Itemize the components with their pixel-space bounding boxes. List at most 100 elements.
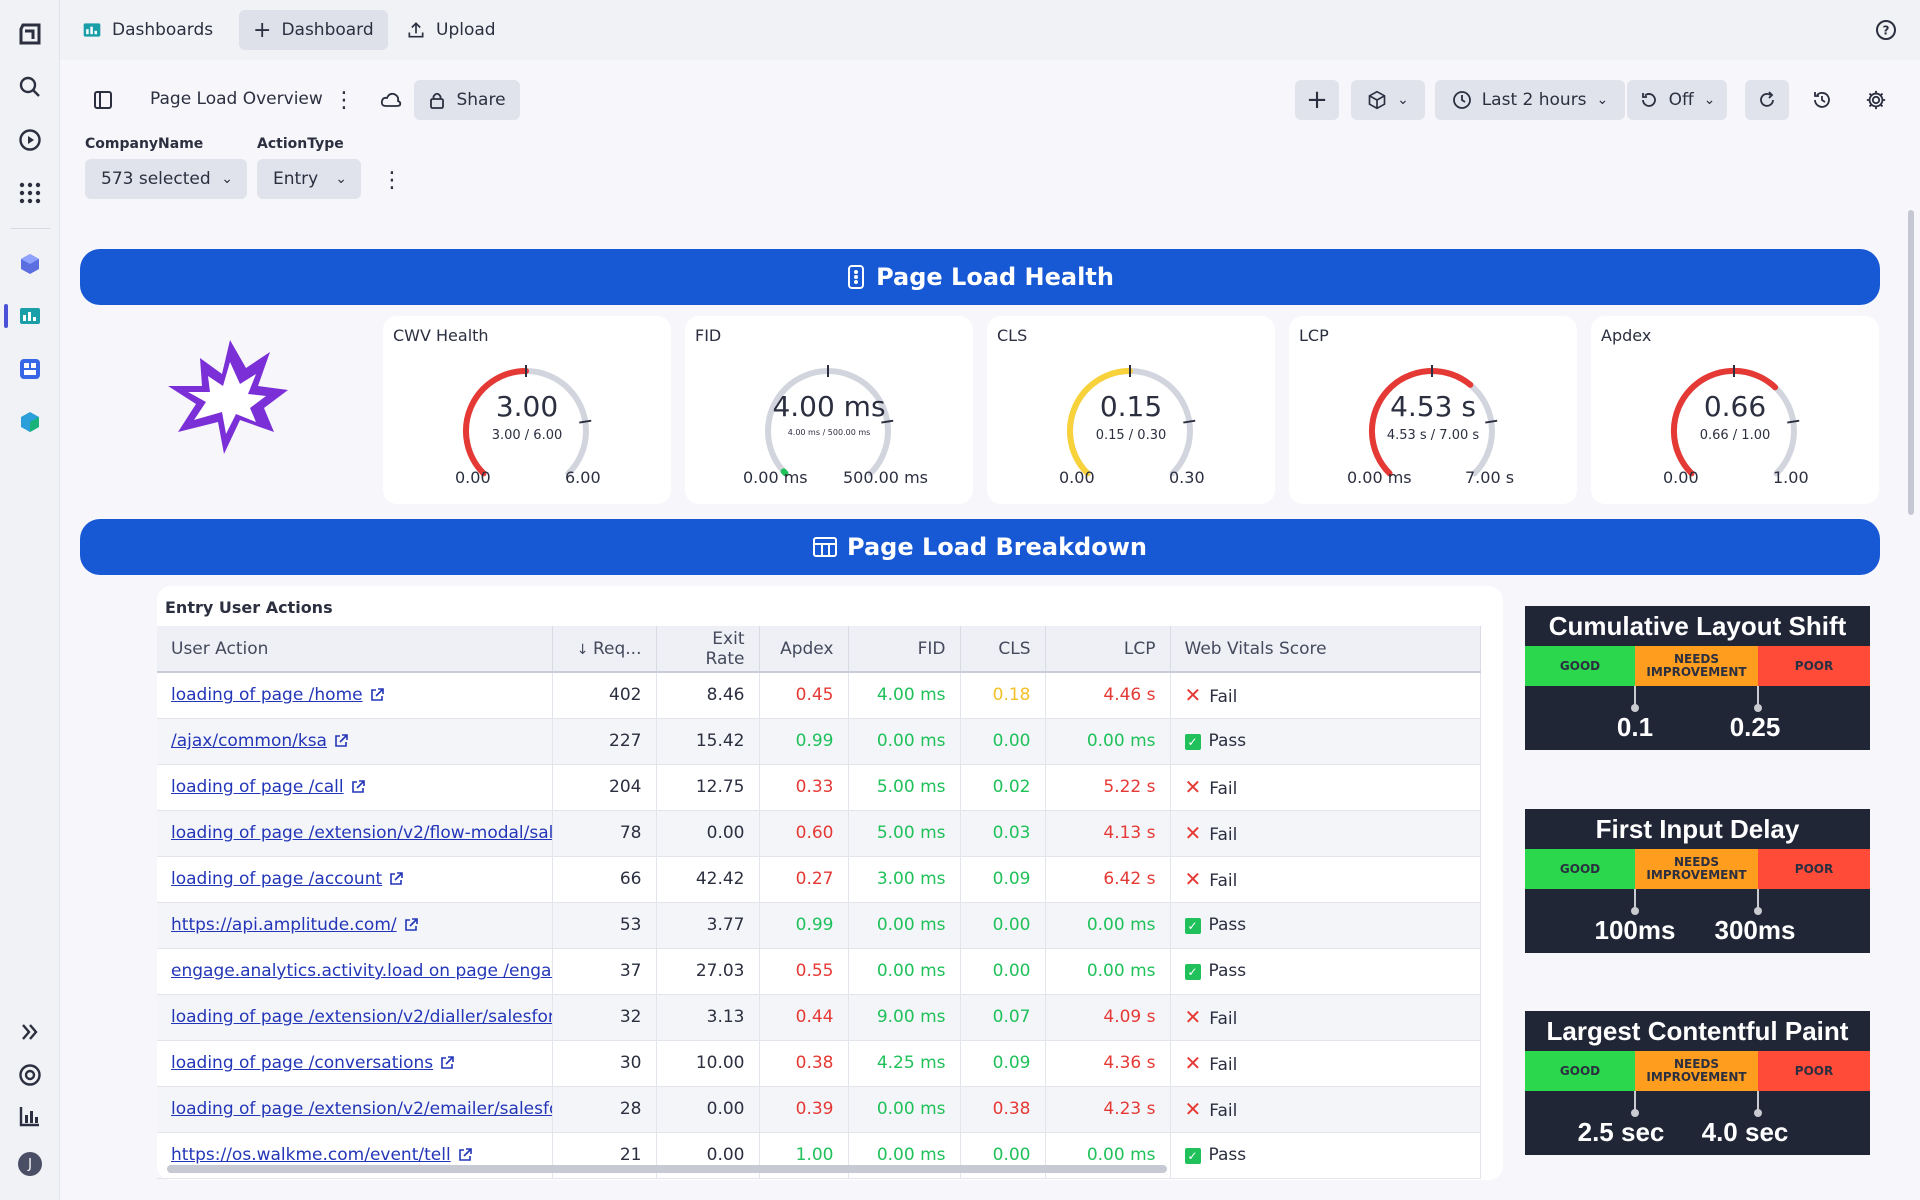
- timeframe-selector[interactable]: Last 2 hours ⌄: [1435, 80, 1625, 120]
- user-action-link[interactable]: /ajax/common/ksa: [171, 731, 327, 751]
- col-header-web-vitals[interactable]: Web Vitals Score: [1170, 626, 1481, 673]
- refresh-button[interactable]: [1745, 80, 1789, 120]
- upload-button[interactable]: Upload: [392, 10, 510, 50]
- col-label: FID: [917, 638, 946, 659]
- traffic-light-icon: [848, 265, 865, 289]
- external-link-icon[interactable]: [388, 871, 404, 887]
- external-link-icon[interactable]: [457, 1147, 473, 1163]
- external-link-icon[interactable]: [350, 779, 366, 795]
- dashboards-label: Dashboards: [112, 20, 214, 40]
- sidebar-toggle-icon: [94, 91, 112, 109]
- col-label: Exit Rate: [705, 628, 745, 669]
- col-header-fid[interactable]: FID: [848, 626, 961, 673]
- history-button[interactable]: [1802, 80, 1842, 120]
- table-horizontal-scrollbar[interactable]: [167, 1165, 1167, 1173]
- dashboard-title[interactable]: Page Load Overview: [150, 89, 323, 109]
- history-icon: [1814, 92, 1830, 108]
- share-button[interactable]: Share: [414, 80, 520, 120]
- cloud-sync-icon[interactable]: [376, 80, 406, 120]
- user-action-link[interactable]: loading of page /extension/v2/emailer/sa…: [171, 1099, 551, 1119]
- active-app-marker: [4, 304, 8, 328]
- add-tile-button[interactable]: +: [1295, 80, 1339, 120]
- table-row[interactable]: engage.analytics.activity.load on page /…: [157, 948, 1481, 995]
- analytics-icon[interactable]: [14, 1100, 46, 1132]
- settings-button[interactable]: [1856, 80, 1896, 120]
- table-row[interactable]: loading of page /extension/v2/flow-modal…: [157, 810, 1481, 857]
- table-row[interactable]: /ajax/common/ksa 227 15.42 0.99 0.00 ms …: [157, 718, 1481, 765]
- app-logo-icon[interactable]: [14, 18, 46, 50]
- web-vitals-score-cell: ✕ Fail: [1170, 856, 1481, 903]
- cls-cell: 0.09: [960, 856, 1046, 903]
- toggle-panel-button[interactable]: [85, 80, 121, 120]
- col-header-exit-rate[interactable]: Exit Rate: [656, 626, 760, 673]
- search-icon[interactable]: [14, 71, 46, 103]
- external-link-icon[interactable]: [403, 917, 419, 933]
- company-filter-dropdown[interactable]: 573 selected ⌄: [85, 159, 247, 199]
- table-row[interactable]: loading of page /account 66 42.42 0.27 3…: [157, 856, 1481, 903]
- exit-rate-cell: 8.46: [656, 672, 760, 719]
- user-action-link[interactable]: loading of page /call: [171, 777, 344, 797]
- expand-rail-icon[interactable]: [14, 1016, 46, 1048]
- table-row[interactable]: loading of page /home 402 8.46 0.45 4.00…: [157, 672, 1481, 719]
- table-row[interactable]: loading of page /extension/v2/emailer/sa…: [157, 1086, 1481, 1133]
- external-link-icon[interactable]: [333, 733, 349, 749]
- table-row[interactable]: loading of page /conversations 30 10.00 …: [157, 1040, 1481, 1087]
- threshold-1: 2.5 sec: [1577, 1117, 1665, 1147]
- user-action-link[interactable]: https://api.amplitude.com/: [171, 915, 397, 935]
- apps-grid-icon[interactable]: [14, 177, 46, 209]
- lcp-cell: 6.42 s: [1045, 856, 1171, 903]
- user-action-link[interactable]: loading of page /account: [171, 869, 382, 889]
- col-header-user-action[interactable]: User Action: [157, 626, 553, 673]
- col-header-requests[interactable]: ↓ Req...: [552, 626, 657, 673]
- gauge-subvalue: 3.00 / 6.00: [491, 428, 563, 443]
- col-header-lcp[interactable]: LCP: [1045, 626, 1171, 673]
- user-action-link[interactable]: loading of page /extension/v2/dialler/sa…: [171, 1007, 551, 1027]
- dashboards-nav[interactable]: Dashboards: [68, 10, 227, 50]
- gauge-tile: CLS 0.15 0.15 / 0.30 0.00 0.30: [987, 316, 1275, 504]
- web-vitals-score-cell: ✓ Pass: [1170, 902, 1481, 949]
- new-dashboard-button[interactable]: + Dashboard: [239, 10, 388, 50]
- notebook-app-icon[interactable]: [14, 353, 46, 385]
- external-link-icon[interactable]: [439, 1055, 455, 1071]
- user-action-link[interactable]: engage.analytics.activity.load on page /…: [171, 961, 551, 981]
- more-options-icon[interactable]: ⋮: [330, 80, 358, 120]
- user-avatar[interactable]: J: [14, 1148, 46, 1180]
- col-header-cls[interactable]: CLS: [960, 626, 1046, 673]
- requests-cell: 227: [552, 718, 657, 765]
- user-action-link[interactable]: loading of page /conversations: [171, 1053, 433, 1073]
- table-row[interactable]: loading of page /call 204 12.75 0.33 5.0…: [157, 764, 1481, 811]
- user-action-link[interactable]: https://os.walkme.com/event/tell: [171, 1145, 451, 1165]
- dashboards-app-icon[interactable]: [14, 300, 46, 332]
- help-icon[interactable]: ?: [1875, 19, 1897, 45]
- auto-refresh-selector[interactable]: Off ⌄: [1627, 80, 1727, 120]
- score-label: Fail: [1209, 687, 1238, 708]
- user-action-link[interactable]: loading of page /home: [171, 685, 363, 705]
- table-row[interactable]: loading of page /extension/v2/dialler/sa…: [157, 994, 1481, 1041]
- company-filter-label: CompanyName: [85, 136, 204, 152]
- fid-cell: 0.00 ms: [848, 718, 961, 765]
- external-link-icon[interactable]: [369, 687, 385, 703]
- filter-more-icon[interactable]: ⋮: [378, 160, 406, 200]
- col-header-apdex[interactable]: Apdex: [759, 626, 849, 673]
- help-lifebuoy-icon[interactable]: [14, 1059, 46, 1091]
- score-label: Fail: [1209, 871, 1238, 891]
- table-row[interactable]: https://api.amplitude.com/ 53 3.77 0.99 …: [157, 902, 1481, 949]
- apdex-cell: 0.99: [759, 902, 849, 949]
- clock-icon: [1452, 91, 1471, 109]
- threshold-1: 100ms: [1594, 915, 1676, 945]
- svg-text:?: ?: [1883, 24, 1890, 38]
- gauge-title: FID: [695, 326, 722, 345]
- cube-app-icon[interactable]: [14, 248, 46, 280]
- fid-cell: 0.00 ms: [848, 948, 961, 995]
- requests-cell: 53: [552, 902, 657, 949]
- hub-app-icon[interactable]: [14, 406, 46, 438]
- gauge-value: 0.15: [1099, 390, 1163, 423]
- segments-button[interactable]: ⌄: [1351, 80, 1425, 120]
- play-circle-icon[interactable]: [14, 124, 46, 156]
- web-vitals-score-cell: ✕ Fail: [1170, 1086, 1481, 1133]
- requests-cell: 30: [552, 1040, 657, 1087]
- refresh-clock-icon: [1641, 93, 1656, 107]
- page-scrollbar[interactable]: [1908, 210, 1914, 515]
- action-filter-dropdown[interactable]: Entry ⌄: [257, 159, 361, 199]
- user-action-link[interactable]: loading of page /extension/v2/flow-modal…: [171, 823, 551, 843]
